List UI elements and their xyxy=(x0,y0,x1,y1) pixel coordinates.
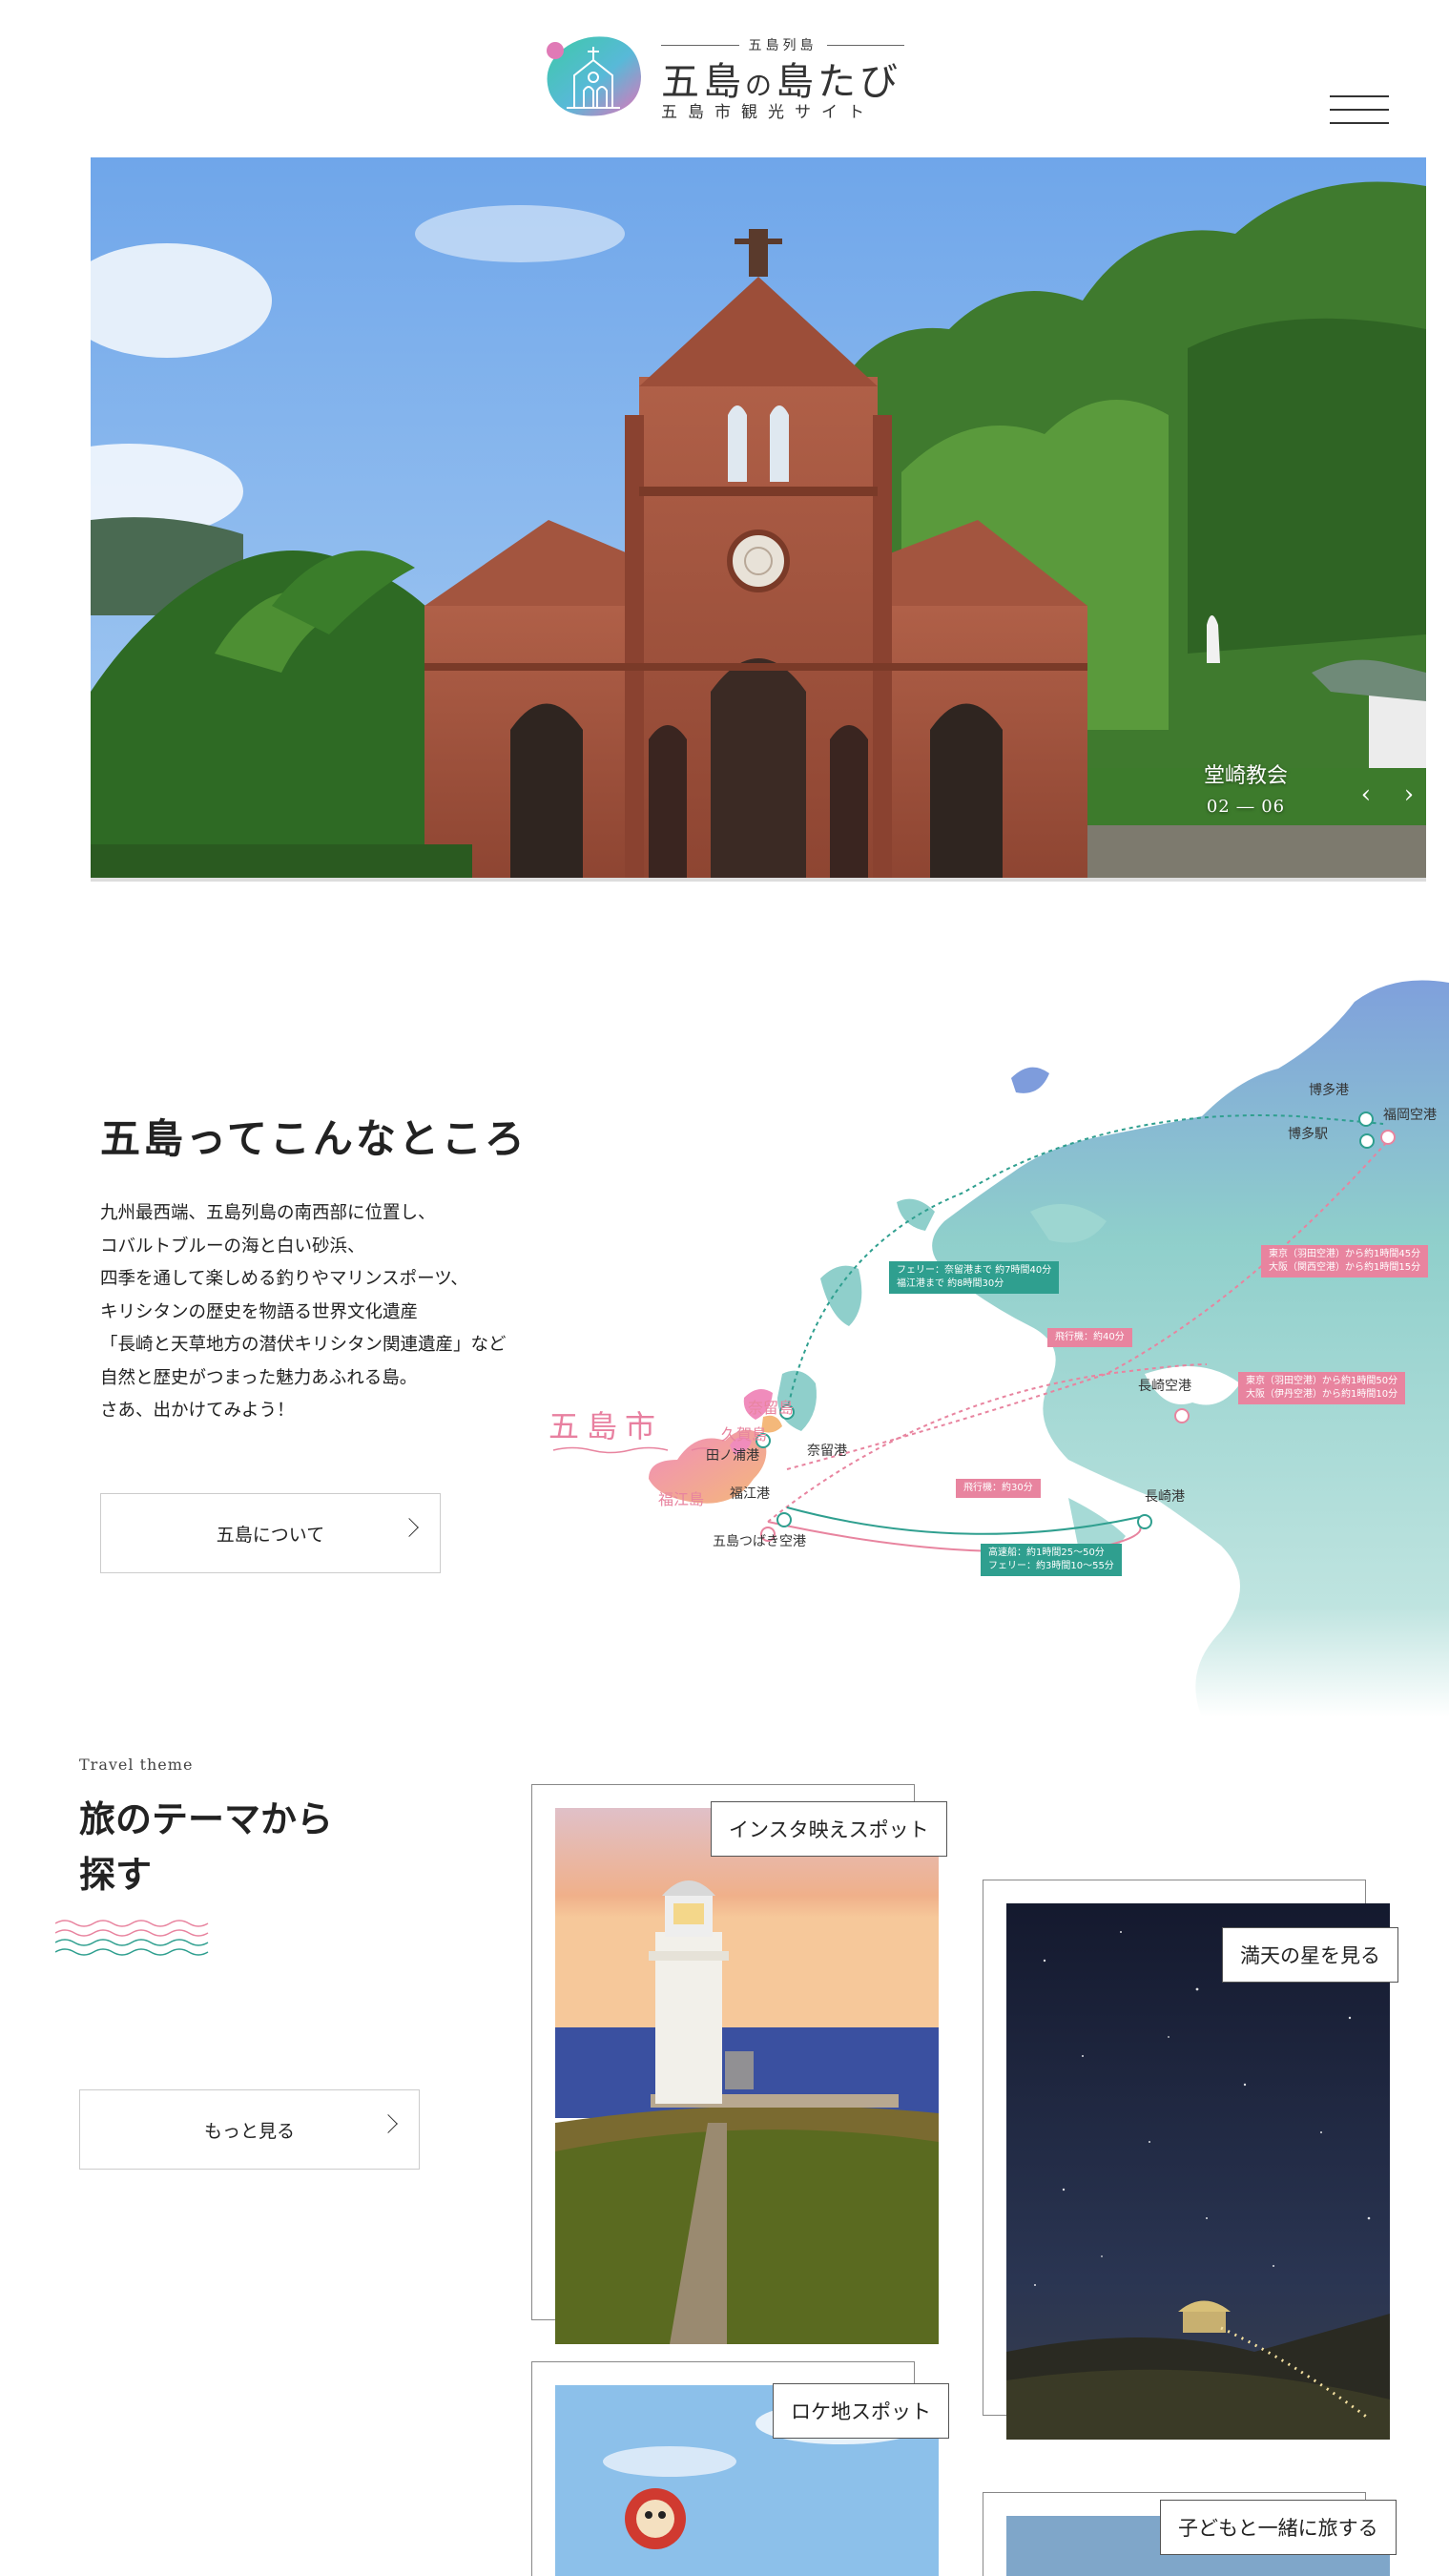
logo-subtitle-bottom: 五島市観光サイト xyxy=(661,103,875,122)
map-label-fukuoka-airport: 福岡空港 xyxy=(1383,1108,1437,1123)
theme-card-location-label[interactable]: ロケ地スポット xyxy=(773,2383,949,2439)
chevron-right-icon xyxy=(379,2114,398,2133)
route-tag-flight-nagasaki: 東京（羽田空港）から約1時間50分 大阪（伊丹空港）から約1時間10分 xyxy=(1238,1372,1406,1404)
map-label-tsubaki-airport: 五島つばき空港 xyxy=(713,1534,806,1549)
site-logo[interactable]: 五島列島 五島の島たび 五島市観光サイト xyxy=(542,33,914,124)
map-label-fukue-port: 福江港 xyxy=(730,1486,770,1502)
about-goto-button[interactable]: 五島について xyxy=(100,1493,441,1573)
route-tag-flight-40: 飛行機：約40分 xyxy=(1047,1328,1132,1347)
slider-next-icon[interactable]: › xyxy=(1397,782,1421,807)
slide-counter: 02 ― 06 xyxy=(1206,797,1286,817)
lighthouse-photo xyxy=(555,1808,939,2344)
wave-decoration-icon xyxy=(55,1920,209,1956)
church-logo-icon xyxy=(547,36,641,116)
chevron-right-icon xyxy=(400,1518,419,1537)
map-label-hakata-port: 博多港 xyxy=(1309,1083,1349,1098)
hero-slider: 堂崎教会 02 ― 06 ‹ › xyxy=(91,157,1426,878)
map-illustration xyxy=(552,980,1449,1717)
map-label-nagasaki-port: 長崎港 xyxy=(1145,1489,1185,1505)
starry-sky-photo xyxy=(1006,1903,1390,2440)
map-label-nagasaki-airport: 長崎空港 xyxy=(1138,1379,1191,1394)
theme-card-stars-label[interactable]: 満天の星を見る xyxy=(1222,1927,1398,1983)
theme-card-instagram-label[interactable]: インスタ映えスポット xyxy=(711,1801,947,1857)
theme-card-instagram-image[interactable] xyxy=(555,1808,939,2344)
map-label-naru-island: 奈留島 xyxy=(748,1399,795,1417)
map-label-fukue-island: 福江島 xyxy=(658,1490,705,1508)
about-description: 九州最西端、五島列島の南西部に位置し、 コバルトブルーの海と白い砂浜、 四季を通… xyxy=(100,1203,507,1421)
slide-caption-title: 堂崎教会 xyxy=(1203,764,1288,788)
slider-prev-icon[interactable]: ‹ xyxy=(1354,782,1378,807)
themes-more-button[interactable]: もっと見る xyxy=(79,2089,420,2170)
hamburger-menu-icon[interactable] xyxy=(1330,95,1389,124)
theme-card-kids-label[interactable]: 子どもと一緒に旅する xyxy=(1160,2500,1397,2555)
slider-progress-bar xyxy=(91,878,1426,882)
route-tag-ferry-hakata: フェリー：奈留港まで 約7時間40分 福江港まで 約8時間30分 xyxy=(889,1261,1060,1294)
route-tag-flight-30: 飛行機：約30分 xyxy=(956,1479,1041,1498)
map-label-tanoura-port: 田ノ浦港 xyxy=(706,1448,759,1464)
access-map: 博多港 福岡空港 博多駅 長崎空港 長崎港 奈留島 奈留港 久賀島 田ノ浦港 福… xyxy=(534,964,1449,1717)
slide-caption: 堂崎教会 02 ― 06 xyxy=(1204,758,1288,817)
route-tag-flight-fukuoka: 東京（羽田空港）から約1時間45分 大阪（関西空港）から約1時間15分 xyxy=(1261,1245,1429,1278)
theme-section-eyebrow: Travel theme xyxy=(79,1755,194,1774)
theme-card-stars-image[interactable] xyxy=(1006,1903,1390,2440)
map-label-hakata-station: 博多駅 xyxy=(1288,1127,1328,1142)
route-tag-ship-nagasaki: 高速船：約1時間25〜50分 フェリー：約3時間10〜55分 xyxy=(981,1544,1122,1576)
map-city-label: 五島市 xyxy=(549,1408,664,1444)
theme-section-title: 旅のテーマから 探す xyxy=(79,1797,334,1896)
about-section-title: 五島ってこんなところ xyxy=(100,1115,528,1162)
map-label-naru-port: 奈留港 xyxy=(807,1444,847,1459)
map-label-hisaka-island: 久賀島 xyxy=(721,1425,768,1444)
site-header: 五島列島 五島の島たび 五島市観光サイト xyxy=(0,0,1449,157)
